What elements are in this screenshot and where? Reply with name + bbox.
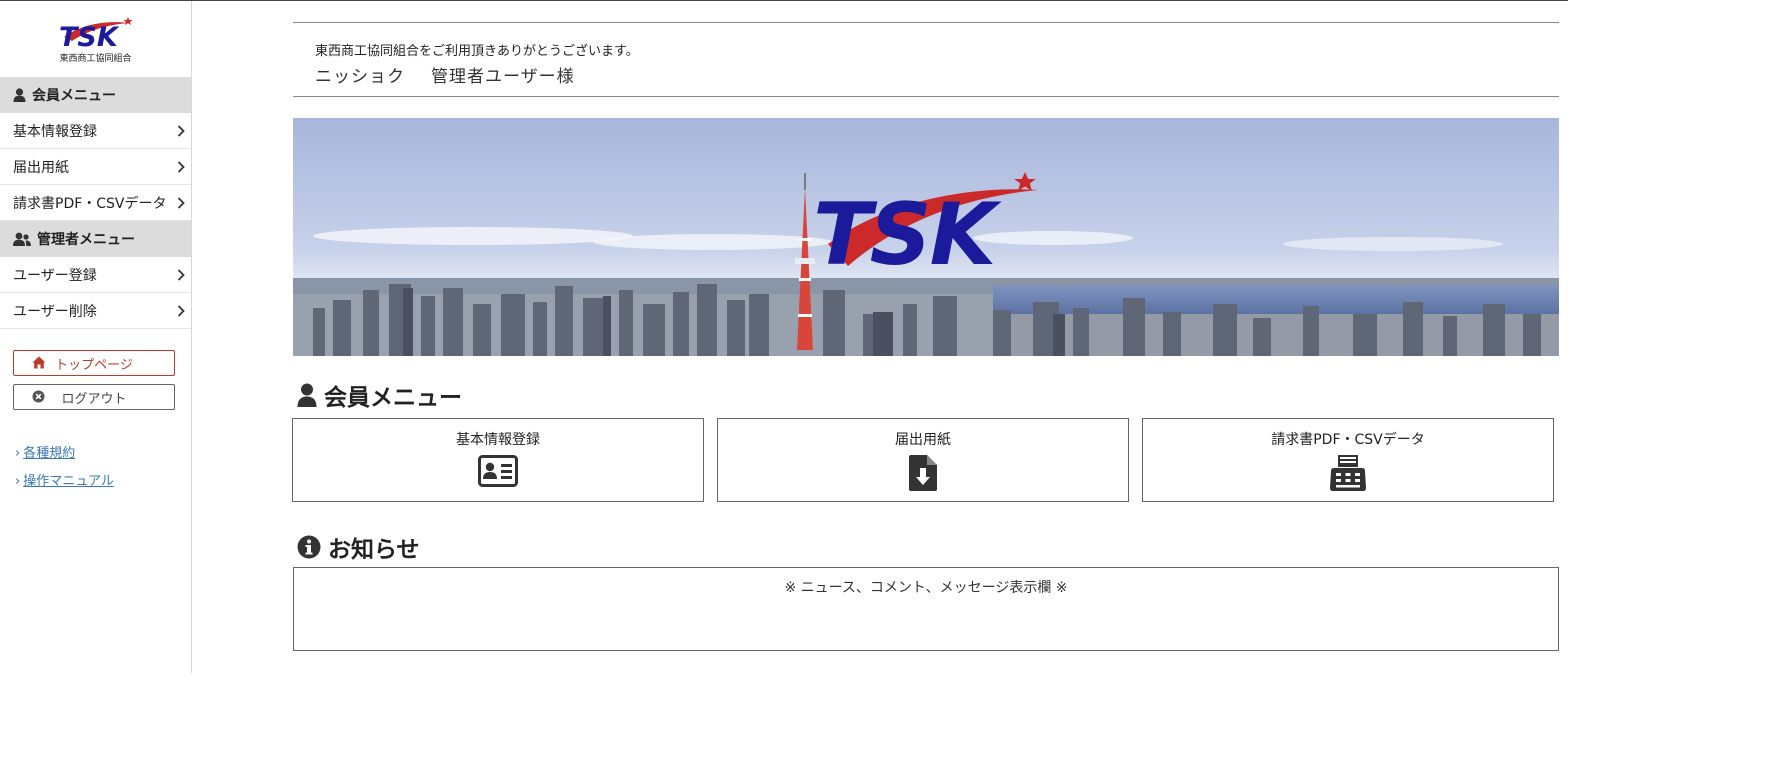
fax-icon (1143, 455, 1553, 491)
company-name: ニッショク (315, 67, 405, 87)
forms-card[interactable]: 届出用紙 (717, 418, 1129, 502)
admin-menu-header: 管理者メニュー (0, 221, 191, 257)
card-label: 請求書PDF・CSVデータ (1271, 432, 1425, 448)
close-circle-icon (32, 390, 45, 403)
sidebar-item-basic-info[interactable]: 基本情報登録 (0, 113, 191, 149)
card-label: 基本情報登録 (456, 432, 540, 448)
top-page-button[interactable]: トップページ (13, 350, 175, 376)
sidebar-item-forms[interactable]: 届出用紙 (0, 149, 191, 185)
user-icon (297, 383, 317, 407)
sidebar-item-user-delete[interactable]: ユーザー削除 (0, 293, 191, 329)
chevron-right-icon (177, 304, 185, 317)
sidebar: TSK 東西商工協同組合 会員メニュー 基本情報登録 届出用紙 請求書PDF・C… (0, 1, 192, 673)
member-menu-title: 会員メニュー (32, 88, 116, 104)
sidebar-item-label: 請求書PDF・CSVデータ (13, 195, 167, 212)
file-download-icon (718, 455, 1128, 491)
basic-info-card[interactable]: 基本情報登録 (292, 418, 704, 502)
news-placeholder: ※ ニュース、コメント、メッセージ表示欄 ※ (784, 580, 1068, 596)
manual-link[interactable]: › 操作マニュアル (15, 470, 114, 489)
sidebar-item-label: ユーザー登録 (13, 267, 97, 284)
chevron-right-icon: › (15, 446, 21, 461)
brand-logo[interactable]: TSK 東西商工協同組合 (0, 1, 191, 77)
greeting-user: ニッショク 管理者ユーザー様 (315, 62, 575, 87)
invoice-card[interactable]: 請求書PDF・CSVデータ (1142, 418, 1554, 502)
id-card-icon (293, 455, 703, 487)
sidebar-item-user-register[interactable]: ユーザー登録 (0, 257, 191, 293)
greeting-panel: 東西商工協同組合をご利用頂きありがとうございます。 ニッショク 管理者ユーザー様 (293, 22, 1559, 97)
info-circle-icon (297, 535, 321, 559)
chevron-right-icon: › (15, 474, 21, 489)
news-section-title: お知らせ (297, 530, 420, 564)
logo-subtitle: 東西商工協同組合 (59, 54, 132, 64)
chevron-right-icon (177, 124, 185, 137)
svg-text:TSK: TSK (813, 185, 1002, 285)
city-skyline-image: TSK (293, 118, 1559, 356)
tsk-logo-icon: TSK (59, 17, 133, 51)
user-icon (13, 88, 26, 102)
sidebar-item-label: 届出用紙 (13, 159, 69, 176)
home-icon (32, 356, 46, 369)
chevron-right-icon (177, 196, 185, 209)
sidebar-item-label: ユーザー削除 (13, 303, 97, 320)
greeting-message: 東西商工協同組合をご利用頂きありがとうございます。 (315, 44, 639, 59)
sidebar-item-invoice[interactable]: 請求書PDF・CSVデータ (0, 185, 191, 221)
chevron-right-icon (177, 160, 185, 173)
user-name: 管理者ユーザー様 (431, 67, 575, 87)
users-icon (13, 232, 31, 246)
news-panel: ※ ニュース、コメント、メッセージ表示欄 ※ (293, 567, 1559, 651)
terms-link[interactable]: › 各種規約 (15, 442, 75, 461)
logout-button[interactable]: ログアウト (13, 384, 175, 410)
svg-text:TSK: TSK (59, 22, 120, 51)
logout-label: ログアウト (61, 391, 127, 407)
top-page-label: トップページ (55, 357, 133, 373)
member-section-title: 会員メニュー (297, 378, 462, 412)
admin-menu-title: 管理者メニュー (37, 232, 135, 248)
chevron-right-icon (177, 268, 185, 281)
hero-banner: TSK (293, 118, 1559, 356)
member-menu-header: 会員メニュー (0, 77, 191, 113)
card-label: 届出用紙 (895, 432, 951, 448)
sidebar-item-label: 基本情報登録 (13, 123, 97, 140)
